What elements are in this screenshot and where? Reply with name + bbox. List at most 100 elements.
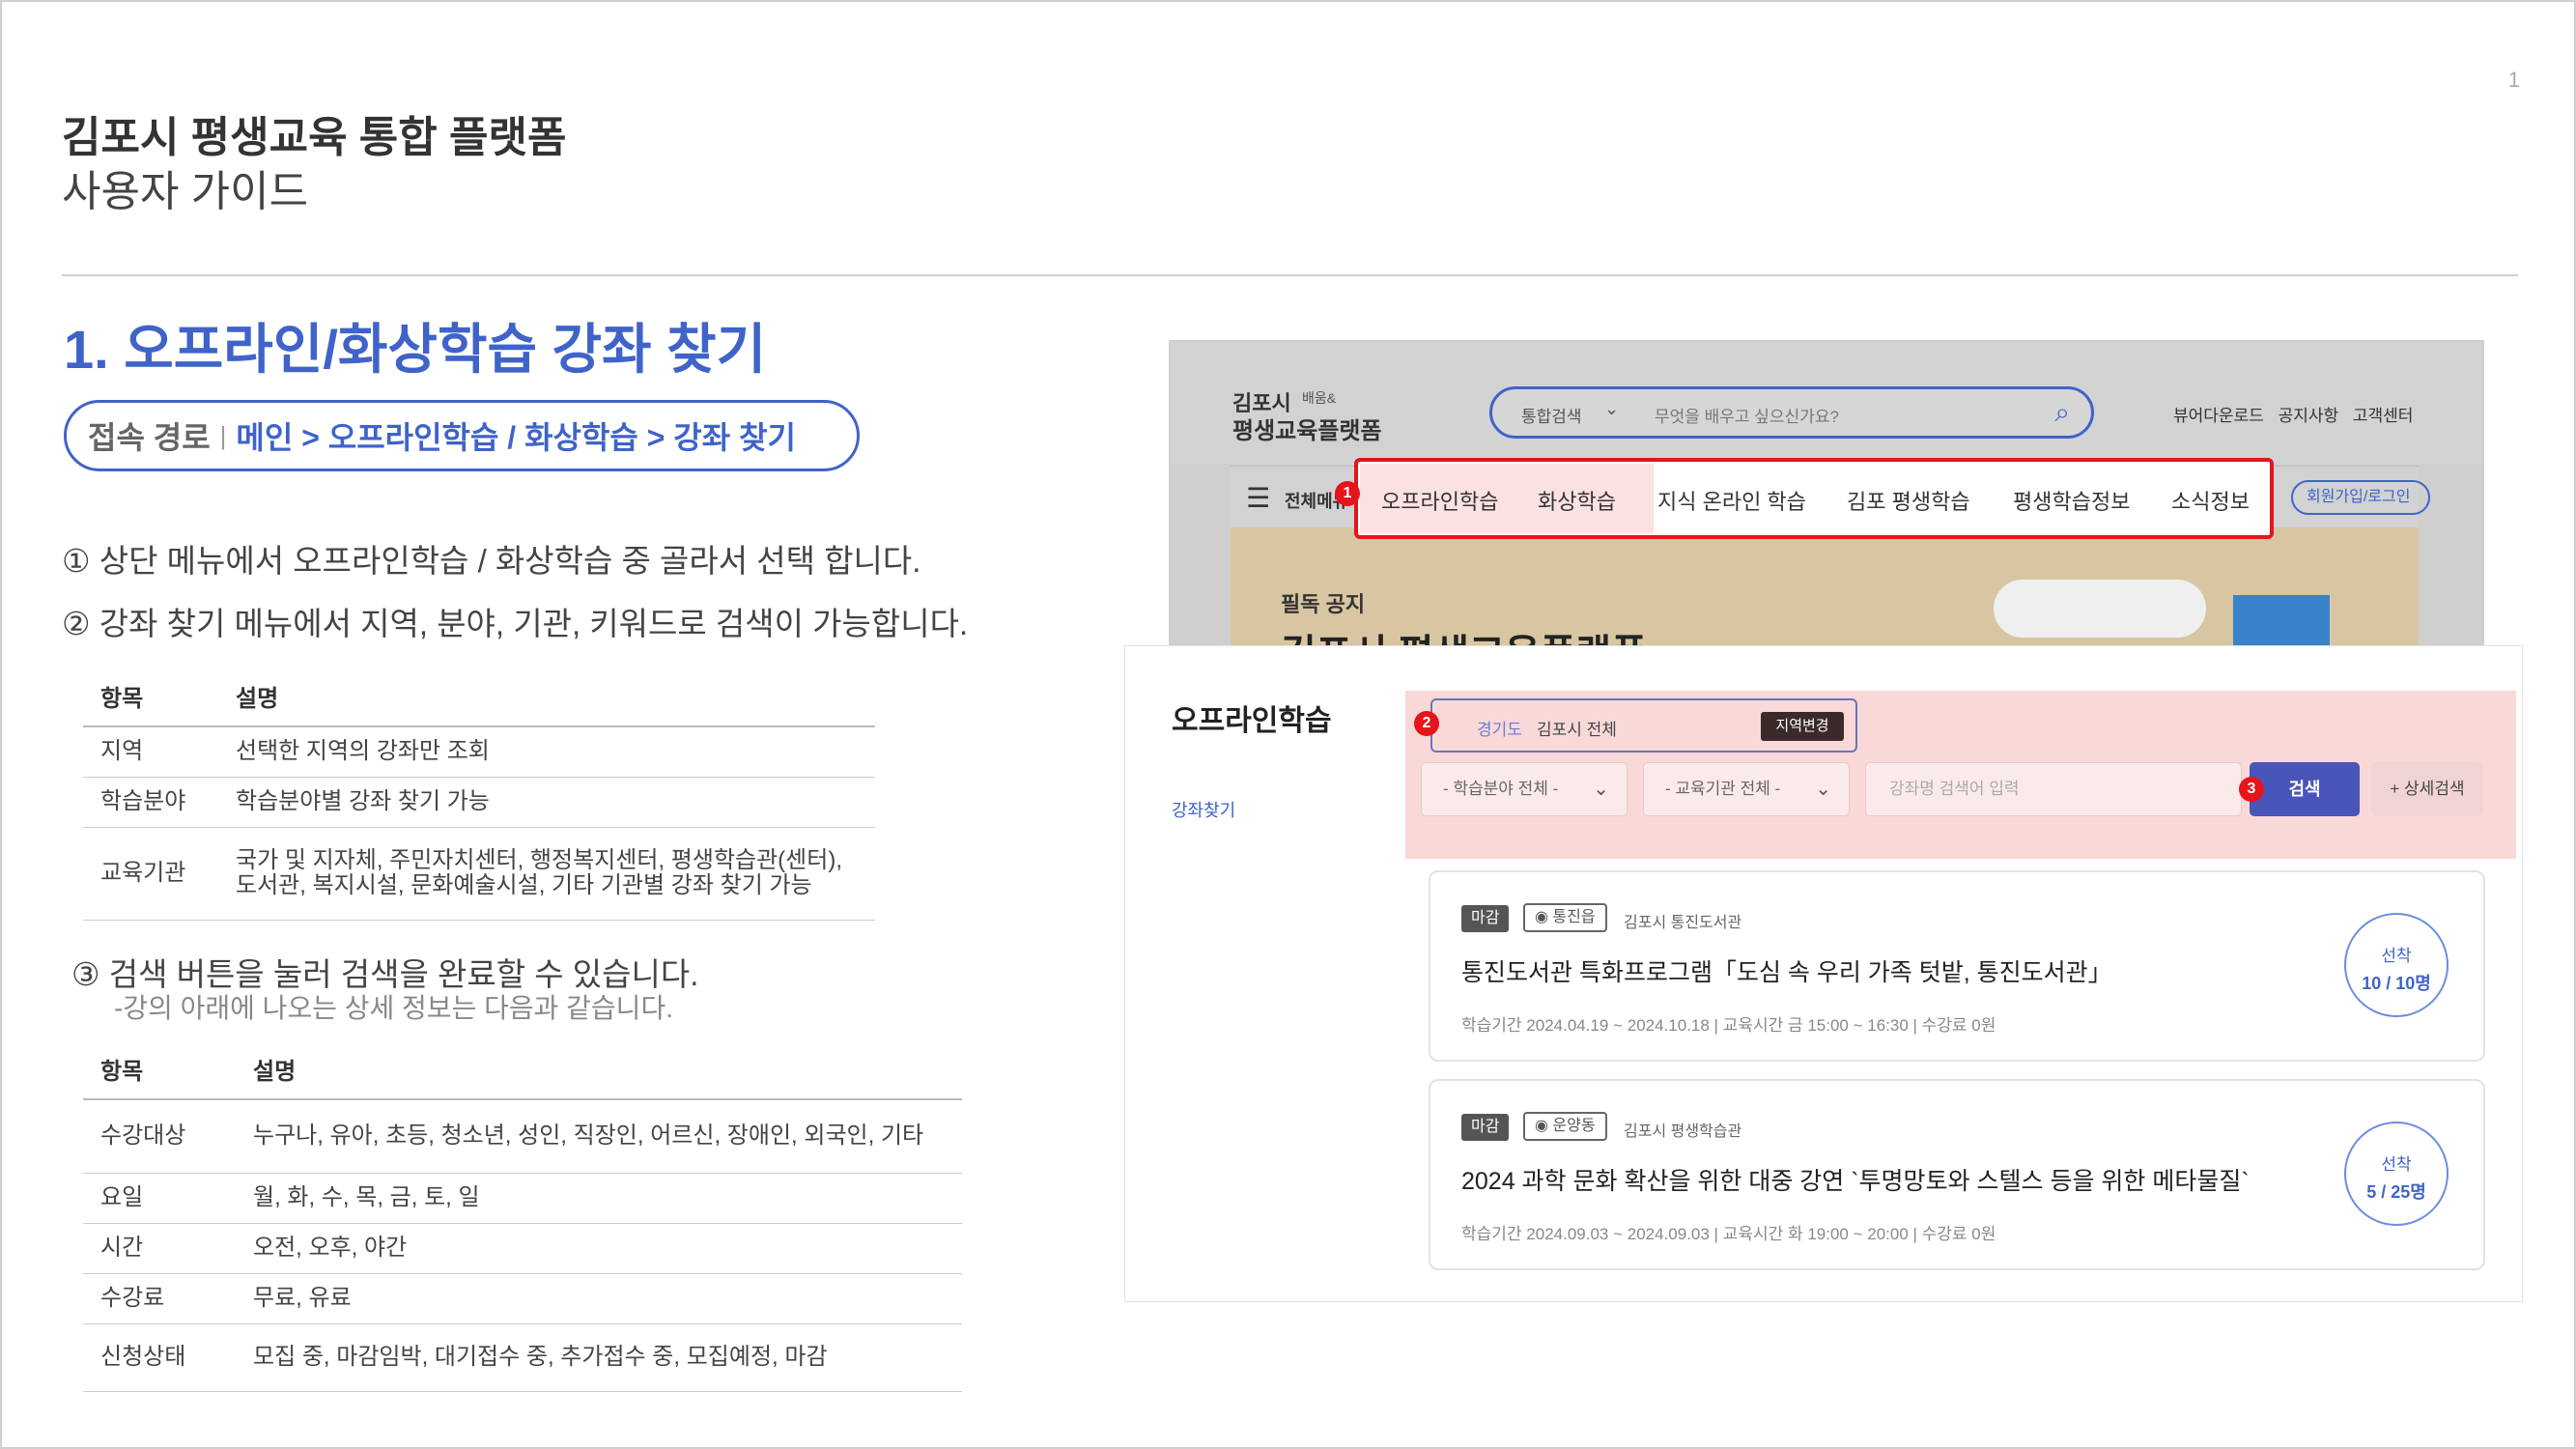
search-options-table: 항목 설명 지역 선택한 지역의 강좌만 조회 학습분야 학습분야별 강좌 찾기… bbox=[83, 667, 875, 921]
main-menu-highlight: 오프라인학습 화상학습 지식 온라인 학습 김포 평생학습 평생학습정보 소식정… bbox=[1354, 458, 2274, 539]
table-row: 시간 오전, 오후, 야간 bbox=[83, 1223, 962, 1274]
menu-item-video[interactable]: 화상학습 bbox=[1538, 485, 1616, 516]
capacity-badge: 선착 10 / 10명 bbox=[2344, 913, 2449, 1017]
institution-select[interactable]: - 교육기관 전체 - ⌄ bbox=[1643, 762, 1850, 816]
row-desc: 학습분야별 강좌 찾기 가능 bbox=[236, 777, 875, 828]
course-details-table: 항목 설명 수강대상 누구나, 유아, 초등, 청소년, 성인, 직장인, 어르… bbox=[83, 1039, 962, 1392]
field-select-value: - 학습분야 전체 - bbox=[1443, 780, 1559, 798]
capacity-label: 선착 bbox=[2381, 1155, 2412, 1174]
notice-banner: 필독 공지 김포시 평생교육플랫폼 bbox=[1231, 527, 2419, 645]
row-desc-line: 국가 및 지자체, 주민자치센터, 행정복지센터, 평생학습관(센터), bbox=[236, 847, 842, 873]
row-desc: 선택한 지역의 강좌만 조회 bbox=[236, 726, 875, 778]
capacity-count: 5 / 25명 bbox=[2366, 1182, 2426, 1202]
course-org: 김포시 통진도서관 bbox=[1624, 915, 1742, 931]
menu-item-info[interactable]: 평생학습정보 bbox=[2013, 485, 2130, 516]
row-desc: 누구나, 유아, 초등, 청소년, 성인, 직장인, 어르신, 장애인, 외국인… bbox=[253, 1099, 962, 1174]
site-search-bar[interactable]: 통합검색 ⌄ 무엇을 배우고 싶으신가요? ⌕ bbox=[1489, 386, 2094, 439]
search-button[interactable]: 검색 bbox=[2250, 762, 2360, 816]
access-path-value: 메인 > 오프라인학습 / 화상학습 > 강좌 찾기 bbox=[236, 420, 796, 455]
table-header-desc: 설명 bbox=[236, 667, 875, 727]
region-province: 경기도 bbox=[1477, 721, 1522, 739]
location-text: 통진읍 bbox=[1552, 909, 1596, 925]
callout-badge-2: 2 bbox=[1414, 711, 1439, 736]
banner-label: 필독 공지 bbox=[1281, 592, 1366, 616]
login-button[interactable]: 회원가입/로그인 bbox=[2291, 480, 2430, 515]
site-logo-tag: 배움& bbox=[1302, 390, 1337, 406]
region-selector[interactable]: 경기도 김포시 전체 지역변경 bbox=[1430, 698, 1857, 753]
table-header-row: 항목 설명 bbox=[83, 1039, 962, 1100]
course-meta: 학습기간 2024.04.19 ~ 2024.10.18 | 교육시간 금 15… bbox=[1461, 1016, 1996, 1035]
menu-item-news[interactable]: 소식정보 bbox=[2171, 485, 2250, 516]
detail-search-button[interactable]: + 상세검색 bbox=[2371, 762, 2483, 816]
search-panel-highlight: 경기도 김포시 전체 지역변경 - 학습분야 전체 - ⌄ - 교육기관 전체 … bbox=[1405, 691, 2516, 859]
table-row: 수강료 무료, 유료 bbox=[83, 1273, 962, 1324]
course-org: 김포시 평생학습관 bbox=[1624, 1123, 1742, 1140]
chevron-down-icon: ⌄ bbox=[1593, 779, 1609, 800]
row-desc: 오전, 오후, 야간 bbox=[253, 1223, 962, 1274]
offline-learning-screenshot: 오프라인학습 강좌찾기 경기도 김포시 전체 지역변경 - 학습분야 전체 - … bbox=[1124, 645, 2523, 1302]
hamburger-menu-icon[interactable]: ☰ bbox=[1246, 482, 1270, 514]
section-title: 1. 오프라인/화상학습 강좌 찾기 bbox=[64, 319, 767, 380]
region-city: 김포시 전체 bbox=[1537, 721, 1617, 739]
table-row: 학습분야 학습분야별 강좌 찾기 가능 bbox=[83, 777, 875, 828]
step-3-note: -강의 아래에 나오는 상세 정보는 다음과 같습니다. bbox=[114, 993, 673, 1023]
document-title: 김포시 평생교육 통합 플랫폼 bbox=[62, 114, 567, 161]
location-badge: ◉ 운양동 bbox=[1523, 1112, 1607, 1141]
chevron-down-icon: ⌄ bbox=[1604, 399, 1620, 418]
search-icon[interactable]: ⌕ bbox=[2054, 397, 2070, 429]
row-item: 요일 bbox=[83, 1173, 253, 1224]
table-header-row: 항목 설명 bbox=[83, 667, 875, 727]
row-desc: 월, 화, 수, 목, 금, 토, 일 bbox=[253, 1173, 962, 1224]
menu-item-online[interactable]: 지식 온라인 학습 bbox=[1657, 485, 1806, 516]
header-divider bbox=[62, 274, 2518, 276]
institution-select-value: - 교육기관 전체 - bbox=[1665, 780, 1781, 798]
map-pin-icon: ◉ bbox=[1535, 1118, 1553, 1134]
row-desc: 무료, 유료 bbox=[253, 1273, 962, 1324]
site-top-bar: 김포시 배움& 평생교육플랫폼 통합검색 ⌄ 무엇을 배우고 싶으신가요? ⌕ … bbox=[1171, 342, 2482, 464]
cloud-illustration bbox=[1994, 580, 2206, 638]
callout-badge-1: 1 bbox=[1335, 481, 1360, 506]
site-search-input[interactable]: 무엇을 배우고 싶으신가요? bbox=[1655, 403, 1839, 427]
row-item: 교육기관 bbox=[83, 827, 236, 921]
row-item: 수강료 bbox=[83, 1273, 253, 1324]
top-utility-links[interactable]: 뷰어다운로드 공지사항 고객센터 bbox=[2173, 402, 2413, 426]
course-title[interactable]: 2024 과학 문화 확산을 위한 대중 강연 `투명망토와 스텔스 등을 위한… bbox=[1461, 1162, 2250, 1197]
table-header-item: 항목 bbox=[83, 1039, 253, 1100]
row-item: 학습분야 bbox=[83, 777, 236, 828]
course-search-link[interactable]: 강좌찾기 bbox=[1172, 797, 1235, 822]
document-subtitle: 사용자 가이드 bbox=[62, 168, 309, 215]
table-row: 지역 선택한 지역의 강좌만 조회 bbox=[83, 726, 875, 778]
access-path-label: 접속 경로 bbox=[88, 420, 211, 455]
banner-title: 김포시 평생교육플랫폼 bbox=[1281, 622, 1647, 645]
row-item: 지역 bbox=[83, 726, 236, 778]
table-row: 요일 월, 화, 수, 목, 금, 토, 일 bbox=[83, 1173, 962, 1224]
row-desc: 국가 및 지자체, 주민자치센터, 행정복지센터, 평생학습관(센터), 도서관… bbox=[236, 827, 875, 921]
offline-page-title: 오프라인학습 bbox=[1172, 705, 1332, 737]
course-card[interactable]: 마감 ◉ 운양동 김포시 평생학습관 2024 과학 문화 확산을 위한 대중 … bbox=[1429, 1079, 2485, 1270]
table-row: 수강대상 누구나, 유아, 초등, 청소년, 성인, 직장인, 어르신, 장애인… bbox=[83, 1099, 962, 1174]
course-title[interactable]: 통진도서관 특화프로그램「도심 속 우리 가족 텃밭, 통진도서관」 bbox=[1461, 953, 2112, 988]
menu-item-offline[interactable]: 오프라인학습 bbox=[1381, 485, 1498, 516]
course-card[interactable]: 마감 ◉ 통진읍 김포시 통진도서관 통진도서관 특화프로그램「도심 속 우리 … bbox=[1429, 870, 2485, 1062]
status-badge: 마감 bbox=[1461, 1114, 1510, 1141]
table-row: 교육기관 국가 및 지자체, 주민자치센터, 행정복지센터, 평생학습관(센터)… bbox=[83, 827, 875, 921]
table-header-item: 항목 bbox=[83, 667, 236, 727]
table-header-desc: 설명 bbox=[253, 1039, 962, 1100]
menu-item-gimpo[interactable]: 김포 평생학습 bbox=[1847, 485, 1970, 516]
keyword-input[interactable]: 강좌명 검색어 입력 bbox=[1865, 762, 2242, 816]
row-item: 시간 bbox=[83, 1223, 253, 1274]
row-item: 수강대상 bbox=[83, 1099, 253, 1174]
search-scope-select[interactable]: 통합검색 bbox=[1521, 403, 1582, 427]
location-text: 운양동 bbox=[1552, 1118, 1596, 1134]
access-path-pill: 접속 경로 | 메인 > 오프라인학습 / 화상학습 > 강좌 찾기 bbox=[64, 400, 860, 471]
chevron-down-icon: ⌄ bbox=[1815, 779, 1831, 800]
row-desc: 모집 중, 마감임박, 대기접수 중, 추가접수 중, 모집예정, 마감 bbox=[253, 1323, 962, 1392]
capacity-count: 10 / 10명 bbox=[2362, 974, 2431, 993]
field-select[interactable]: - 학습분야 전체 - ⌄ bbox=[1421, 762, 1628, 816]
table-row: 신청상태 모집 중, 마감임박, 대기접수 중, 추가접수 중, 모집예정, 마… bbox=[83, 1323, 962, 1392]
door-illustration bbox=[2233, 595, 2330, 645]
site-logo-line2[interactable]: 평생교육플랫폼 bbox=[1232, 412, 1382, 445]
change-region-button[interactable]: 지역변경 bbox=[1761, 712, 1844, 741]
status-badge: 마감 bbox=[1461, 905, 1510, 932]
step-2-text: ② 강좌 찾기 메뉴에서 지역, 분야, 기관, 키워드로 검색이 가능합니다. bbox=[62, 606, 969, 641]
